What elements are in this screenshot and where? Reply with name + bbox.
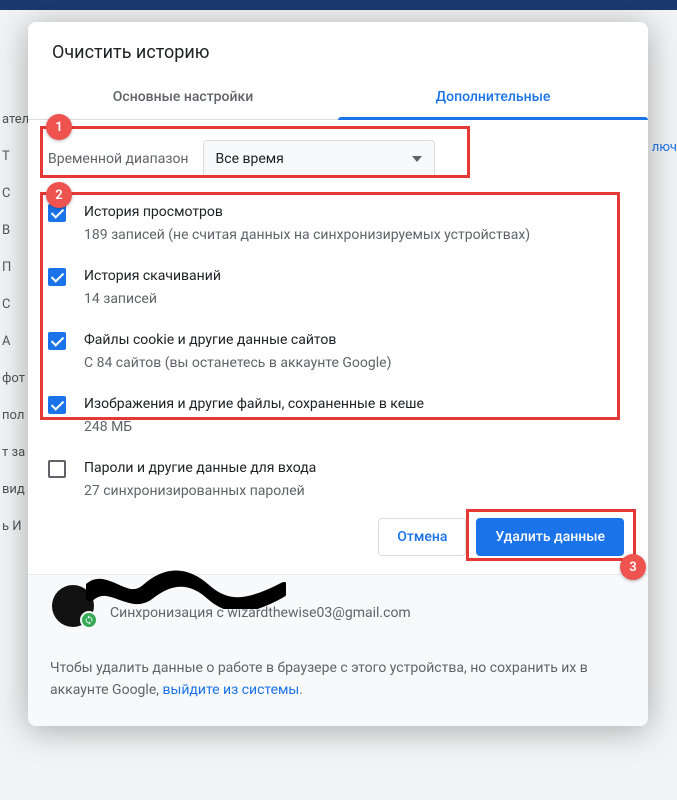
dialog-body: Временной диапазон Все время История про… xyxy=(28,120,648,500)
footer-text-after: . xyxy=(299,682,303,698)
option-title: Изображения и другие файлы, сохраненные … xyxy=(84,394,636,415)
checkbox-cookies[interactable] xyxy=(48,332,66,350)
checkbox-passwords[interactable] xyxy=(48,460,66,478)
option-title: История скачиваний xyxy=(84,266,636,287)
checkbox-browsing-history[interactable] xyxy=(48,204,66,222)
time-range-label: Временной диапазон xyxy=(48,151,189,167)
footer-note: Чтобы удалить данные о работе в браузере… xyxy=(28,643,648,726)
option-download-history: История скачиваний 14 записей xyxy=(48,256,640,320)
option-title: Файлы cookie и другие данные сайтов xyxy=(84,330,636,351)
option-cookies: Файлы cookie и другие данные сайтов С 84… xyxy=(48,320,640,384)
tab-advanced[interactable]: Дополнительные xyxy=(338,77,648,119)
time-range-select[interactable]: Все время xyxy=(203,140,435,178)
option-subtitle: 189 записей (не считая данных на синхрон… xyxy=(84,225,636,246)
footer-text-before: Чтобы удалить данные о работе в браузере… xyxy=(50,660,588,698)
sign-out-link[interactable]: выйдите из системы xyxy=(162,682,299,698)
scrollable-options[interactable]: Временной диапазон Все время История про… xyxy=(28,120,648,500)
option-subtitle: 14 записей xyxy=(84,289,636,310)
browser-top-bar xyxy=(0,0,677,10)
option-subtitle: 27 синхронизированных паролей xyxy=(84,481,636,500)
option-passwords: Пароли и другие данные для входа 27 синх… xyxy=(48,448,640,500)
tab-basic[interactable]: Основные настройки xyxy=(28,77,338,119)
clear-history-dialog: Очистить историю Основные настройки Допо… xyxy=(28,22,648,726)
redaction-scribble xyxy=(86,569,286,609)
delete-data-button[interactable]: Удалить данные xyxy=(476,518,624,556)
time-range-value: Все время xyxy=(216,151,284,167)
background-settings-fragment: ателТСВПСА фотполт завидь И xyxy=(0,10,30,800)
option-subtitle: 248 МБ xyxy=(84,417,636,438)
background-right-fragment: люч xyxy=(652,140,677,155)
dialog-tabs: Основные настройки Дополнительные xyxy=(28,77,648,120)
option-cached-images: Изображения и другие файлы, сохраненные … xyxy=(48,384,640,448)
option-title: Пароли и другие данные для входа xyxy=(84,458,636,479)
checkbox-cached-images[interactable] xyxy=(48,396,66,414)
dialog-button-row: Отмена Удалить данные 3 xyxy=(28,500,648,574)
cancel-button[interactable]: Отмена xyxy=(378,518,466,556)
dialog-title: Очистить историю xyxy=(28,22,648,77)
option-title: История просмотров xyxy=(84,202,636,223)
option-browsing-history: История просмотров 189 записей (не счита… xyxy=(48,192,640,256)
sync-icon xyxy=(80,611,98,629)
time-range-row: Временной диапазон Все время xyxy=(48,136,640,192)
checkbox-download-history[interactable] xyxy=(48,268,66,286)
chevron-down-icon xyxy=(412,156,422,162)
account-row: Синхронизация с wizardthewise03@gmail.co… xyxy=(28,574,648,643)
option-subtitle: С 84 сайтов (вы останетесь в аккаунте Go… xyxy=(84,353,636,374)
